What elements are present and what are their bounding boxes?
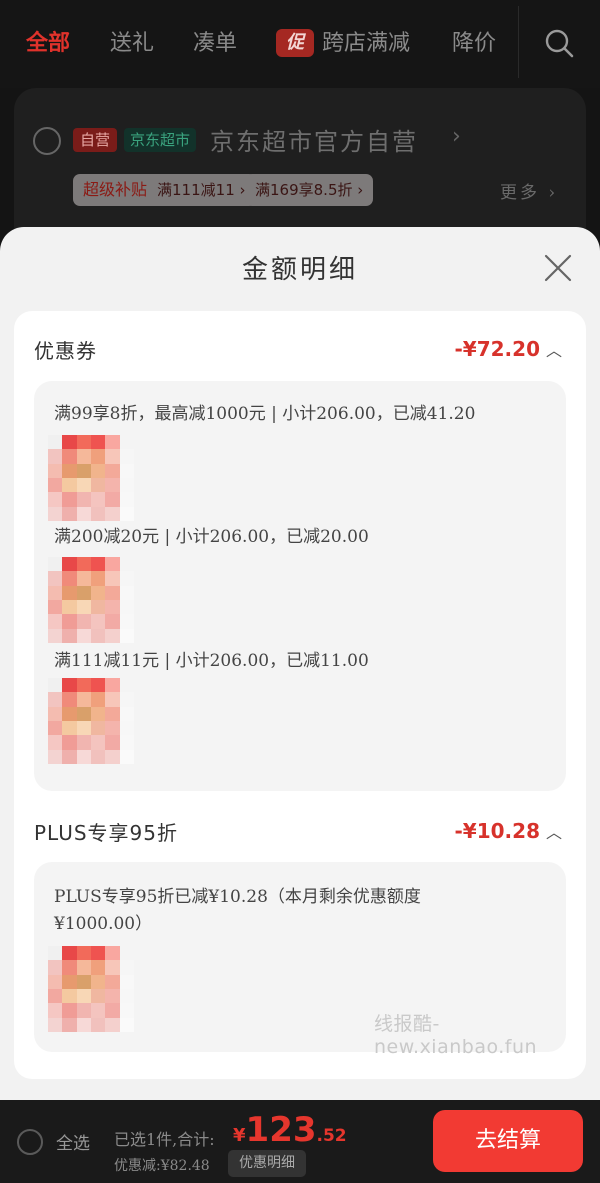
price-integer: 123 [245,1110,317,1150]
promo-tag-subsidy[interactable]: 超级补贴 满111减11 › [73,174,256,206]
total-price: ¥123.52 [233,1110,347,1150]
cart-bottom-bar: 全选 已选1件,合计: ¥123.52 优惠减:¥82.48 优惠明细 去结算 [0,1100,600,1183]
discount-amount: 优惠减:¥82.48 [114,1158,210,1174]
promo-tag-text: 满111减11 › [157,181,246,199]
jd-market-badge: 京东超市 [124,128,197,152]
product-thumbnail [48,678,134,764]
coupon-detail-box: 满99享8折，最高减1000元 | 小计206.00，已减41.20 满200减… [34,381,566,791]
select-all-label[interactable]: 全选 [56,1129,90,1154]
store-select-radio[interactable] [33,127,61,155]
product-thumbnail [48,946,134,1032]
product-thumbnail [48,557,134,643]
coupon-amount-value: -¥72.20 [454,337,540,361]
watermark-text: 线报酷-new.xianbao.fun [374,1013,538,1058]
chevron-up-icon: ︿ [545,823,562,842]
chevron-up-icon: ︿ [545,341,562,360]
self-operated-badge: 自营 [73,128,118,152]
product-thumbnail [48,435,134,521]
promo-icon: 促 [276,29,314,57]
coupon-section-title: 优惠券 [34,339,97,363]
plus-amount-value: -¥10.28 [454,819,540,843]
promo-tag-highlight: 超级补贴 [83,180,148,199]
coupon-rule-3: 满111减11元 | 小计206.00，已减11.00 [54,651,369,671]
price-currency: ¥ [233,1125,246,1146]
tab-add-on[interactable]: 凑单 [193,28,237,60]
select-all-radio[interactable] [17,1129,43,1155]
store-name[interactable]: 京东超市官方自营 [210,122,418,157]
coupon-section-amount[interactable]: -¥72.20 ︿ [455,337,563,361]
plus-section-title: PLUS专享95折 [34,821,178,845]
promo-tag-discount[interactable]: 满169享8.5折 › [245,174,374,206]
tab-all[interactable]: 全部 [26,28,70,60]
plus-section-amount[interactable]: -¥10.28 ︿ [455,819,563,843]
close-icon[interactable] [543,253,573,283]
sheet-content: 优惠券 -¥72.20 ︿ 满99享8折，最高减1000元 | 小计206.00，… [14,311,586,1079]
sheet-title: 金额明细 [241,255,358,285]
tab-cross-store-discount[interactable]: 促跨店满减 [276,28,410,60]
amount-detail-sheet: 金额明细 优惠券 -¥72.20 ︿ 满99享8折，最高减1000元 | 小计20… [0,227,600,1100]
plus-rule-line-2: ¥1000.00） [54,914,153,934]
promo-tag-text: 满169享8.5折 › [255,181,364,199]
discount-detail-button[interactable]: 优惠明细 [228,1150,306,1177]
selected-count-label: 已选1件,合计: [114,1130,215,1149]
more-promos-link[interactable]: 更多 › [500,178,558,203]
plus-rule-line-1: PLUS专享95折已减¥10.28（本月剩余优惠额度 [54,887,421,907]
nav-divider [518,6,519,78]
checkout-button[interactable]: 去结算 [433,1110,583,1172]
price-decimal: .52 [316,1126,347,1146]
tab-price-drop[interactable]: 降价 [452,28,496,60]
coupon-rule-2: 满200减20元 | 小计206.00，已减20.00 [54,527,369,547]
tab-cross-store-label: 跨店满减 [322,31,411,56]
tab-gift[interactable]: 送礼 [110,28,154,60]
coupon-rule-1: 满99享8折，最高减1000元 | 小计206.00，已减41.20 [54,404,476,424]
search-icon[interactable] [544,28,574,58]
chevron-right-icon: › [452,124,461,149]
top-navigation: 全部 送礼 凑单 促跨店满减 降价 [0,0,600,88]
